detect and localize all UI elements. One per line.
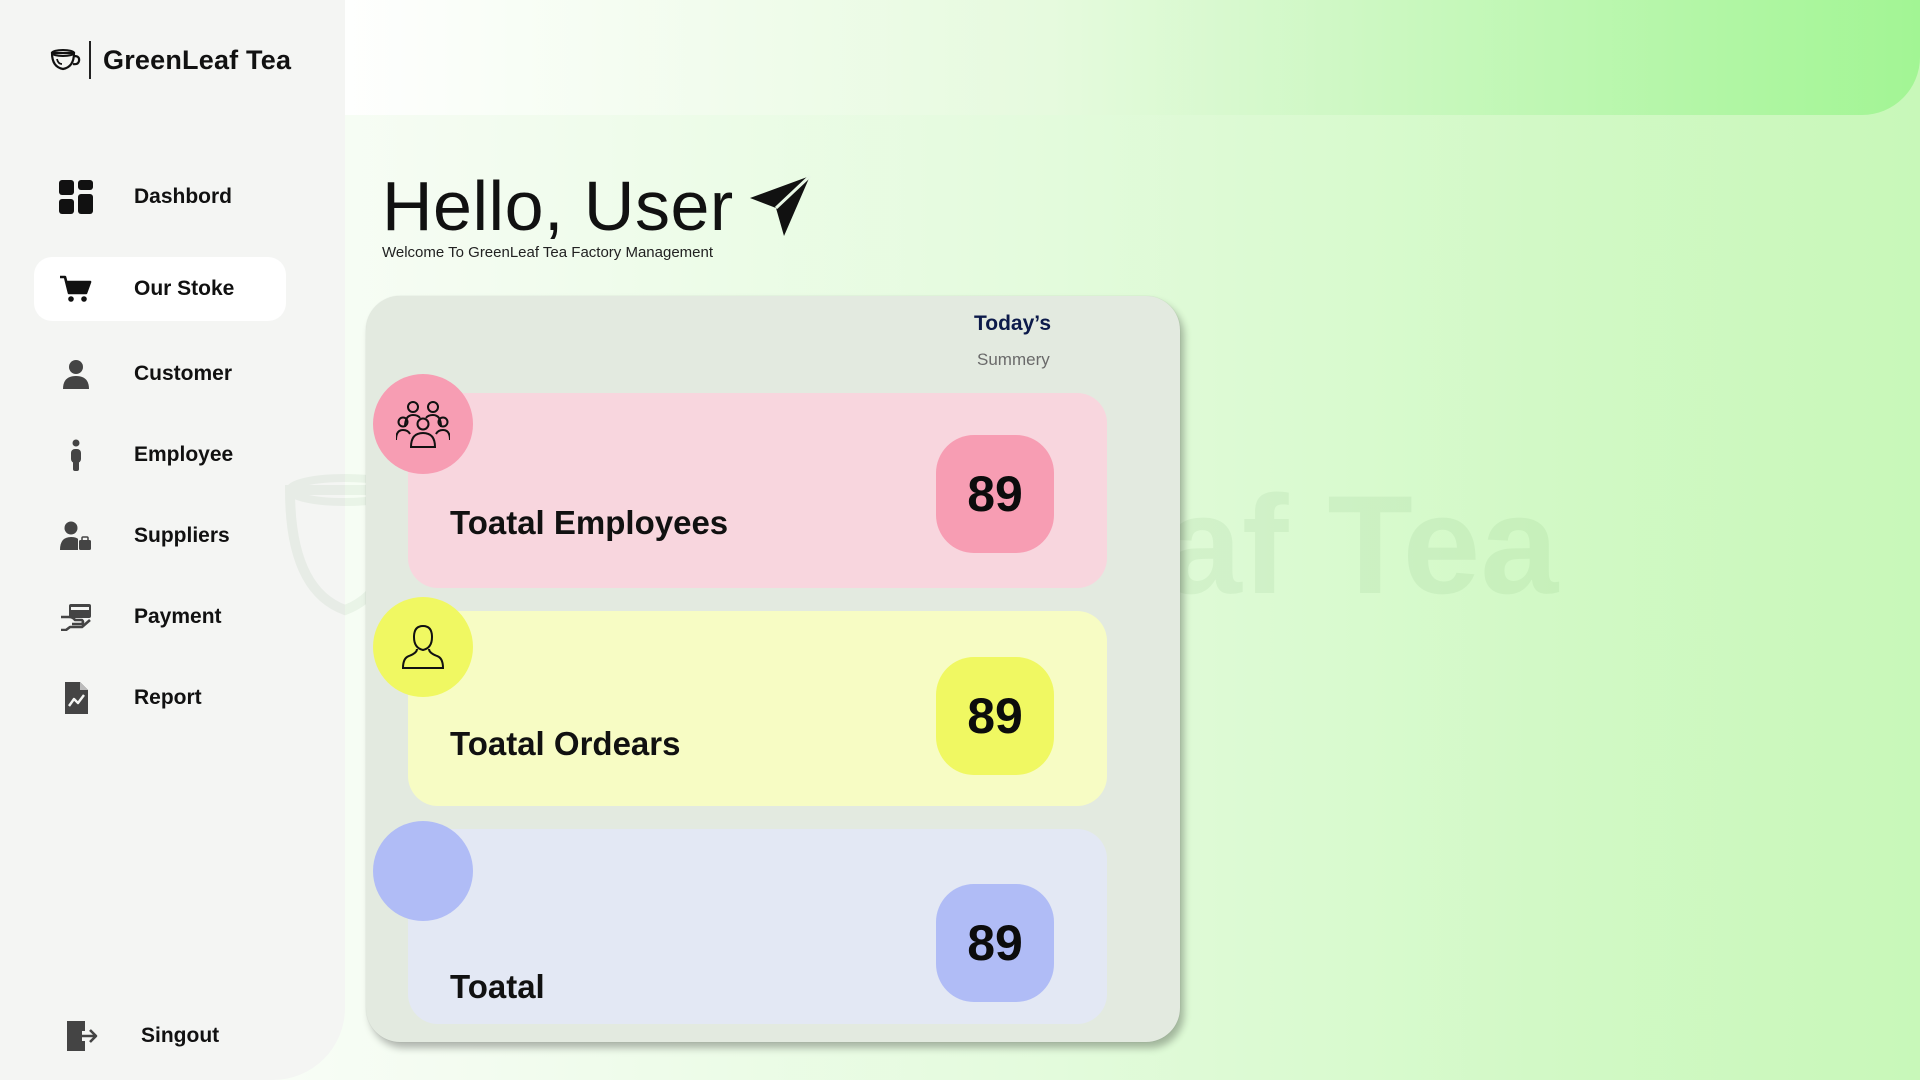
- sidebar-item-customer[interactable]: Customer: [34, 342, 286, 406]
- sidebar-item-suppliers[interactable]: Suppliers: [34, 504, 286, 568]
- stat-icon-badge: [373, 374, 473, 474]
- sidebar-item-payment[interactable]: Payment: [34, 585, 286, 649]
- sidebar-item-label: Our Stoke: [134, 277, 235, 300]
- signout-button[interactable]: Singout: [40, 1004, 292, 1068]
- report-icon: [58, 680, 94, 716]
- dashboard-icon: [58, 179, 94, 215]
- stat-value: 89: [936, 435, 1054, 553]
- stat-label: Toatal Employees: [450, 504, 729, 541]
- supplier-icon: [58, 518, 94, 554]
- sidebar-item-label: Suppliers: [134, 524, 230, 547]
- stat-icon-badge: [373, 821, 473, 921]
- stat-value: 89: [936, 657, 1054, 775]
- summary-subheading: Summery: [977, 350, 1050, 369]
- person-icon: [58, 356, 94, 392]
- sidebar: GreenLeaf Tea Dashbord Our Stoke Custome…: [0, 0, 345, 1080]
- sidebar-item-employee[interactable]: Employee: [34, 423, 286, 487]
- user-outline-icon: [401, 624, 445, 669]
- sidebar-item-label: Dashbord: [134, 185, 233, 208]
- stat-value: 89: [936, 884, 1054, 1002]
- greeting: Hello, User: [382, 166, 812, 246]
- employee-icon: [58, 437, 94, 473]
- cart-icon: [58, 271, 94, 307]
- signout-icon: [64, 1018, 100, 1054]
- stat-icon-badge: [373, 597, 473, 697]
- summary-heading: Today’s: [974, 312, 1052, 335]
- sidebar-item-dashboard[interactable]: Dashbord: [34, 165, 286, 229]
- brand-divider: [89, 41, 91, 79]
- sidebar-item-label: Employee: [134, 443, 234, 466]
- stat-label: Toatal: [450, 968, 545, 1005]
- sidebar-item-label: Report: [134, 686, 202, 709]
- sidebar-item-label: Customer: [134, 362, 233, 385]
- group-icon: [396, 401, 450, 448]
- brand[interactable]: GreenLeaf Tea: [48, 40, 291, 80]
- sidebar-item-our-stoke[interactable]: Our Stoke: [34, 257, 286, 321]
- top-banner: [344, 0, 1920, 115]
- paper-plane-icon: [749, 174, 811, 236]
- signout-label: Singout: [141, 1024, 220, 1047]
- stat-label: Toatal Ordears: [450, 725, 681, 762]
- tea-cup-icon: [48, 43, 82, 77]
- page-subtitle: Welcome To GreenLeaf Tea Factory Managem…: [382, 244, 714, 261]
- sidebar-item-report[interactable]: Report: [34, 666, 286, 730]
- page-title: Hello, User: [382, 167, 734, 245]
- sidebar-item-label: Payment: [134, 605, 222, 628]
- brand-name: GreenLeaf Tea: [103, 44, 292, 75]
- payment-icon: [58, 599, 94, 635]
